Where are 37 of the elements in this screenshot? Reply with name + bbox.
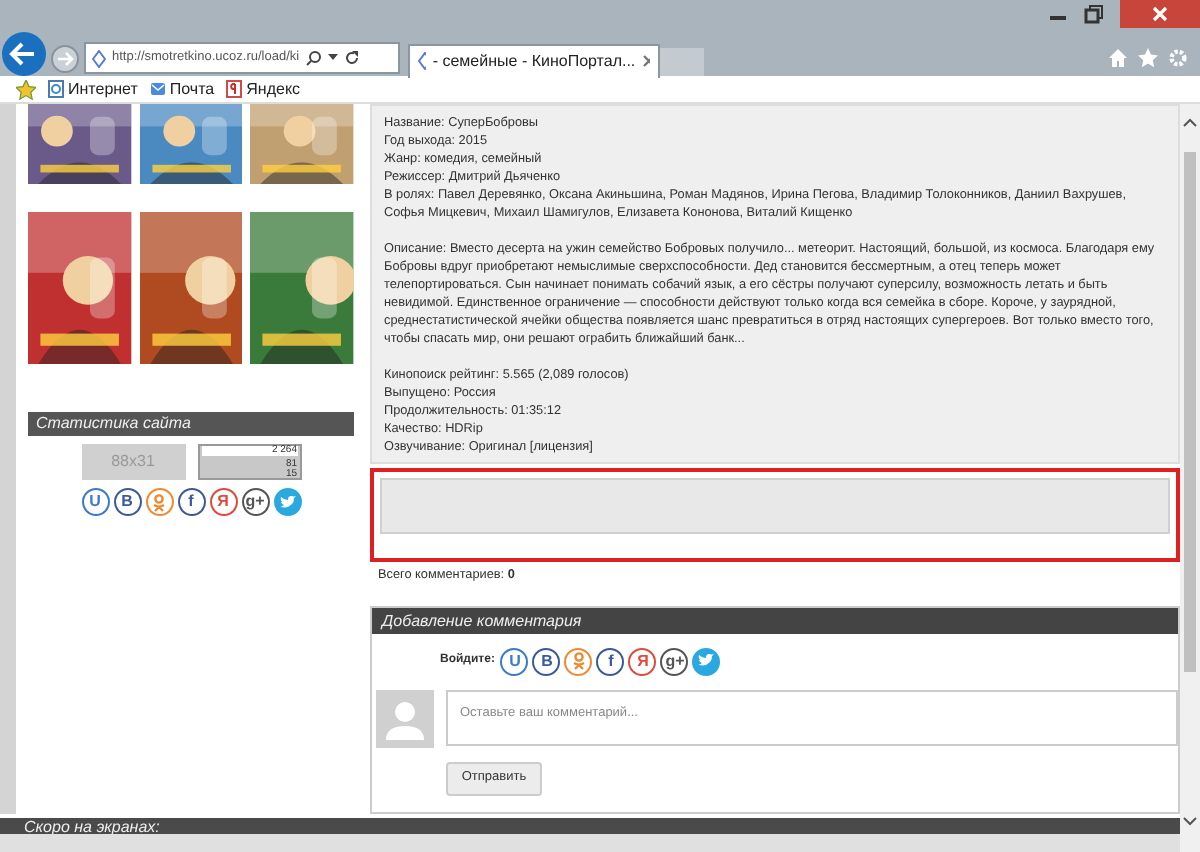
social-button[interactable]: f bbox=[596, 647, 625, 676]
star-icon[interactable] bbox=[1138, 48, 1158, 68]
scrollbar[interactable] bbox=[1180, 104, 1200, 852]
favorite-link[interactable]: Интернет bbox=[68, 77, 138, 101]
settings-icon[interactable] bbox=[1168, 48, 1188, 68]
close-button[interactable] bbox=[1120, 0, 1200, 28]
favorite-link[interactable]: Яндекс bbox=[246, 77, 301, 101]
social-button[interactable]: U bbox=[500, 647, 529, 676]
favorite-link[interactable]: Почта bbox=[169, 77, 215, 101]
social-bird-icon[interactable] bbox=[273, 488, 301, 516]
back-button[interactable] bbox=[2, 32, 46, 76]
dropdown-icon[interactable] bbox=[327, 54, 338, 62]
social-person-icon[interactable] bbox=[564, 647, 593, 676]
scroll-up-icon[interactable] bbox=[1182, 116, 1198, 132]
home-icon[interactable] bbox=[1108, 48, 1128, 68]
social-button[interactable]: g+ bbox=[660, 647, 689, 676]
browser-tab[interactable]: - семейные - КиноПортал... bbox=[408, 43, 660, 77]
favorites-star-icon[interactable] bbox=[16, 79, 36, 99]
social-button[interactable]: g+ bbox=[241, 488, 269, 516]
tab-title: - семейные - КиноПортал... bbox=[432, 49, 636, 73]
section-header: Добавление комментария bbox=[372, 607, 1178, 634]
close-icon bbox=[1152, 6, 1168, 22]
section-header: Статистика сайта bbox=[28, 412, 354, 436]
restore-icon[interactable] bbox=[1084, 4, 1104, 24]
social-button[interactable]: Я bbox=[628, 647, 657, 676]
social-button[interactable]: Я bbox=[209, 488, 237, 516]
social-button[interactable]: B bbox=[532, 647, 561, 676]
social-button[interactable]: B bbox=[113, 488, 141, 516]
social-button[interactable]: f bbox=[177, 488, 205, 516]
social-person-icon[interactable] bbox=[145, 488, 173, 516]
avatar-icon bbox=[376, 689, 434, 748]
scroll-down-icon[interactable] bbox=[1182, 812, 1198, 828]
search-icon[interactable] bbox=[305, 50, 322, 66]
forward-button[interactable] bbox=[50, 43, 80, 73]
refresh-icon[interactable] bbox=[343, 50, 360, 66]
social-bird-icon[interactable] bbox=[692, 647, 721, 676]
social-button[interactable]: U bbox=[81, 488, 109, 516]
